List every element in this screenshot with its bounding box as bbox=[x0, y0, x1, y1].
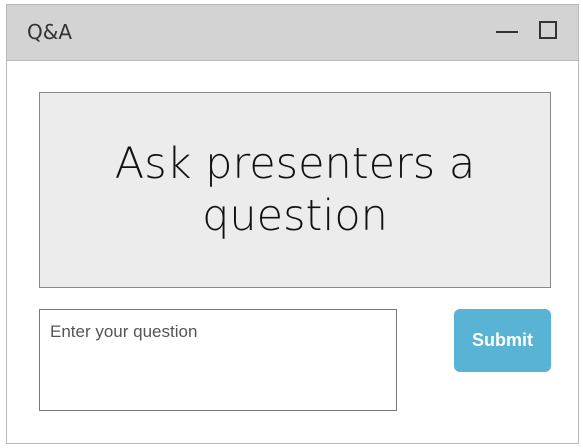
minimize-icon bbox=[496, 31, 518, 33]
prompt-text: Ask presenters a question bbox=[114, 139, 476, 241]
title-bar: Q&A bbox=[7, 5, 578, 61]
maximize-icon bbox=[539, 21, 557, 39]
qa-window: Q&A Ask presenters a question Submit bbox=[6, 4, 579, 444]
question-input[interactable] bbox=[39, 309, 397, 411]
maximize-button[interactable] bbox=[536, 19, 562, 45]
prompt-panel: Ask presenters a question bbox=[39, 92, 551, 288]
window-title: Q&A bbox=[27, 20, 73, 44]
minimize-button[interactable] bbox=[494, 19, 520, 45]
submit-button[interactable]: Submit bbox=[454, 309, 551, 372]
